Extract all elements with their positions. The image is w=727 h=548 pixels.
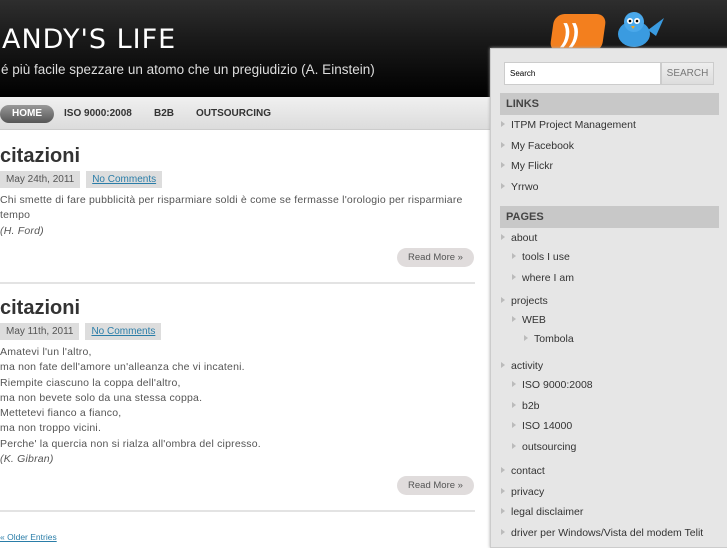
page-item[interactable]: tools I use <box>512 251 570 263</box>
post-line: ma non bevete solo da una stessa coppa. <box>0 391 203 404</box>
post-title[interactable]: citazioni <box>0 292 475 320</box>
page-item[interactable]: contact <box>501 465 545 477</box>
post-date: May 24th, 2011 <box>0 171 81 188</box>
page-item[interactable]: legal disclaimer <box>501 506 583 518</box>
page-item[interactable]: about <box>501 232 537 244</box>
nav-outsourcing[interactable]: OUTSOURCING <box>196 105 271 123</box>
read-more-button[interactable]: Read More » <box>397 248 474 267</box>
post-title[interactable]: citazioni <box>0 140 475 168</box>
links-heading: LINKS <box>500 93 719 115</box>
comments-link[interactable]: No Comments <box>85 323 162 340</box>
post-line: Amatevi l'un l'altro, <box>0 346 92 358</box>
page-item[interactable]: driver per Windows/Vista del modem Telit <box>501 527 703 539</box>
main-nav: HOME ISO 9000:2008 B2B OUTSOURCING <box>0 97 490 130</box>
post-line: Perche' la quercia non si rialza all'omb… <box>0 437 261 450</box>
post-line: ma non troppo vicini. <box>0 422 102 435</box>
nav-iso-9000[interactable]: ISO 9000:2008 <box>64 105 132 123</box>
page-item[interactable]: where I am <box>512 272 574 284</box>
page-item[interactable]: b2b <box>512 400 540 412</box>
page-item[interactable]: privacy <box>501 486 544 498</box>
twitter-bird-icon[interactable] <box>612 10 664 50</box>
page-item[interactable]: outsourcing <box>512 441 576 453</box>
page-item[interactable]: ISO 9000:2008 <box>512 379 593 391</box>
comments-link[interactable]: No Comments <box>86 171 163 188</box>
link-item[interactable]: My Facebook <box>501 140 574 152</box>
pages-heading: PAGES <box>500 206 719 228</box>
post-line: Riempite ciascuno la coppa dell'altro, <box>0 376 181 389</box>
link-item[interactable]: Yrrwo <box>501 181 538 193</box>
post: citazioni May 24th, 2011 No Comments Chi … <box>0 140 475 292</box>
post-date: May 11th, 2011 <box>0 323 80 340</box>
site-title[interactable]: ANDY'S LIFE <box>2 24 176 55</box>
read-more-button[interactable]: Read More » <box>397 476 474 495</box>
link-item[interactable]: ITPM Project Management <box>501 119 636 131</box>
page-item[interactable]: Tombola <box>524 333 574 345</box>
page-item[interactable]: projects <box>501 295 548 307</box>
nav-b2b[interactable]: B2B <box>154 105 174 123</box>
page-item[interactable]: activity <box>501 360 543 372</box>
post-body: Amatevi l'un l'altro, ma non fate dell'a… <box>0 345 475 467</box>
divider <box>0 510 475 512</box>
rss-feed-icon[interactable]: )) <box>549 14 607 52</box>
older-entries-link[interactable]: « Older Entries <box>0 532 57 542</box>
post-line: ma non fate dell'amore un'alleanza che v… <box>0 361 245 374</box>
page-item[interactable]: WEB <box>512 314 546 326</box>
page-item[interactable]: ISO 14000 <box>512 420 572 432</box>
post: citazioni May 11th, 2011 No Comments Amat… <box>0 292 475 512</box>
search-input[interactable] <box>504 62 661 85</box>
sidebar: SEARCH LINKS ITPM Project Management My … <box>490 48 727 548</box>
nav-home[interactable]: HOME <box>0 105 54 123</box>
site-tagline: é più facile spezzare un atomo che un pr… <box>1 62 375 77</box>
post-body: Chi smette di fare pubblicità per rispar… <box>0 193 475 239</box>
post-author: (H. Ford) <box>0 224 44 237</box>
divider <box>0 282 475 284</box>
search-button[interactable]: SEARCH <box>661 62 714 85</box>
post-line: Chi smette di fare pubblicità per rispar… <box>0 194 463 222</box>
post-author: (K. Gibran) <box>0 453 54 466</box>
main-content: citazioni May 24th, 2011 No Comments Chi … <box>0 140 475 512</box>
link-item[interactable]: My Flickr <box>501 160 553 172</box>
post-line: Mettetevi fianco a fianco, <box>0 407 122 420</box>
